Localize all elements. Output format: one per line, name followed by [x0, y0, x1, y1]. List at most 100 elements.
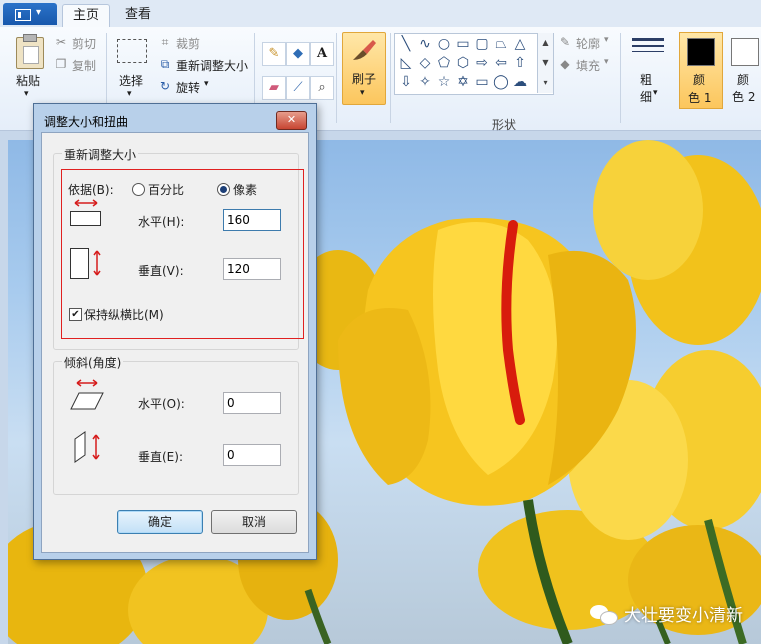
fill-button[interactable]: 填充: [576, 57, 600, 74]
skew-horizontal-input[interactable]: [223, 392, 281, 414]
scroll-down-icon[interactable]: ▼: [538, 53, 553, 73]
brush-icon: [353, 40, 376, 60]
resize-vertical-icon: [70, 248, 101, 279]
outline-icon: ✎: [559, 35, 571, 49]
crop-button[interactable]: 裁剪: [176, 35, 200, 52]
vertical-label: 垂直(V):: [138, 264, 184, 278]
thickness-icon: [632, 38, 664, 62]
pencil-icon[interactable]: ✎: [262, 42, 286, 66]
rotate-icon: ↻: [159, 79, 171, 93]
polygon-icon[interactable]: ⏢: [492, 36, 510, 53]
watermark-text: 大壮要变小清新: [624, 606, 743, 626]
chevron-down-icon: ▾: [360, 88, 365, 98]
color-2-label-line1: 颜: [737, 73, 750, 87]
menu-icon: [15, 9, 31, 21]
pixel-radio[interactable]: [217, 183, 230, 196]
close-icon: ✕: [286, 113, 297, 126]
skew-horizontal-icon: [70, 379, 104, 410]
thickness-label-2[interactable]: 细: [640, 88, 652, 105]
curve-icon[interactable]: ∿: [416, 36, 434, 53]
resize-skew-dialog: 调整大小和扭曲 ✕ 重新调整大小 依据(B): 百分比 像素 水平(H): 垂直…: [33, 103, 317, 560]
dialog-body: 重新调整大小 依据(B): 百分比 像素 水平(H): 垂直(V): ✔ 保持纵…: [41, 132, 309, 553]
triangle-icon[interactable]: △: [511, 36, 529, 53]
wechat-icon: [590, 603, 618, 625]
skew-horizontal-label: 水平(O):: [138, 397, 185, 411]
callout-rectangle-icon[interactable]: ▭: [473, 74, 491, 91]
skew-vertical-label: 垂直(E):: [138, 450, 183, 464]
dialog-title: 调整大小和扭曲: [44, 115, 129, 129]
chevron-down-icon: ▾: [604, 35, 609, 45]
resize-button[interactable]: 重新调整大小: [176, 57, 248, 74]
line-icon[interactable]: ╲: [397, 36, 415, 53]
file-menu-button[interactable]: ▾: [3, 3, 57, 25]
rotate-button[interactable]: 旋转: [176, 79, 200, 96]
keep-ratio-checkbox[interactable]: ✔: [69, 308, 82, 321]
copy-button[interactable]: 复制: [72, 57, 96, 74]
horizontal-size-input[interactable]: [223, 209, 281, 231]
select-button[interactable]: 选择: [119, 72, 143, 89]
chevron-down-icon: ▾: [204, 79, 209, 89]
shapes-scrollbar[interactable]: ▲ ▼ ▾: [537, 33, 553, 93]
by-label: 依据(B):: [68, 183, 114, 197]
magnifier-icon[interactable]: ⌕: [310, 76, 334, 100]
divider: [390, 33, 391, 123]
right-triangle-icon[interactable]: ◺: [397, 55, 415, 72]
brush-label: 刷子: [352, 72, 377, 86]
ok-button[interactable]: 确定: [117, 510, 203, 534]
cancel-button[interactable]: 取消: [211, 510, 297, 534]
thickness-label-1[interactable]: 粗: [640, 71, 652, 88]
tab-view[interactable]: 查看: [118, 4, 158, 27]
eraser-icon[interactable]: ▰: [262, 76, 286, 100]
ribbon-tab-bar: ▾ 主页 查看: [0, 0, 761, 28]
tab-home[interactable]: 主页: [62, 4, 110, 28]
pentagon-icon[interactable]: ⬠: [435, 55, 453, 72]
color-2-swatch: [731, 38, 759, 66]
chevron-down-icon: ▾: [653, 88, 658, 98]
skew-vertical-input[interactable]: [223, 444, 281, 466]
select-icon: [117, 39, 147, 63]
oval-icon[interactable]: ○: [435, 36, 453, 53]
resize-horizontal-icon: [70, 199, 101, 226]
cut-button[interactable]: 剪切: [72, 35, 96, 52]
left-arrow-icon[interactable]: ⇦: [492, 55, 510, 72]
down-arrow-icon[interactable]: ⇩: [397, 74, 415, 91]
chevron-down-icon: ▾: [24, 89, 29, 99]
keep-ratio-label[interactable]: 保持纵横比(M): [84, 306, 164, 323]
copy-icon: ❐: [55, 57, 67, 71]
scroll-up-icon[interactable]: ▲: [538, 33, 553, 53]
color-picker-icon[interactable]: ⟋: [286, 76, 310, 100]
skew-vertical-icon: [74, 431, 100, 463]
color-1-swatch: [687, 38, 715, 66]
expand-icon[interactable]: ▾: [538, 73, 553, 93]
skew-group-title: 倾斜(角度): [62, 354, 124, 371]
shapes-gallery: ╲ ∿ ○ ▭ ▢ ⏢ △ ◺ ◇ ⬠ ⬡ ⇨ ⇦ ⇧ ⇩ ✧ ☆ ✡ ▭ ◯ …: [394, 33, 554, 95]
percent-radio[interactable]: [132, 183, 145, 196]
fill-bucket-icon[interactable]: ◆: [286, 42, 310, 66]
vertical-size-input[interactable]: [223, 258, 281, 280]
brush-button[interactable]: 刷子 ▾: [342, 32, 386, 105]
five-point-star-icon[interactable]: ☆: [435, 74, 453, 91]
callout-cloud-icon[interactable]: ☁: [511, 74, 529, 91]
rounded-rectangle-icon[interactable]: ▢: [473, 36, 491, 53]
diamond-icon[interactable]: ◇: [416, 55, 434, 72]
percent-label[interactable]: 百分比: [148, 181, 184, 198]
color-1-label-line1: 颜: [693, 73, 706, 87]
cut-icon: ✂: [55, 35, 67, 49]
close-button[interactable]: ✕: [276, 111, 307, 130]
fill-icon: ◆: [560, 57, 570, 71]
rectangle-icon[interactable]: ▭: [454, 36, 472, 53]
resize-group-title: 重新调整大小: [62, 146, 139, 163]
six-point-star-icon[interactable]: ✡: [454, 74, 472, 91]
up-arrow-icon[interactable]: ⇧: [511, 55, 529, 72]
pixel-label[interactable]: 像素: [233, 181, 257, 198]
callout-oval-icon[interactable]: ◯: [492, 74, 510, 91]
right-arrow-icon[interactable]: ⇨: [473, 55, 491, 72]
hexagon-icon[interactable]: ⬡: [454, 55, 472, 72]
color-1-button[interactable]: 颜 色 1: [679, 32, 723, 109]
chevron-down-icon: ▾: [127, 89, 132, 99]
outline-button[interactable]: 轮廓: [576, 35, 600, 52]
four-point-star-icon[interactable]: ✧: [416, 74, 434, 91]
divider: [620, 33, 621, 123]
paste-icon: [16, 34, 44, 69]
text-icon[interactable]: A: [310, 42, 334, 66]
